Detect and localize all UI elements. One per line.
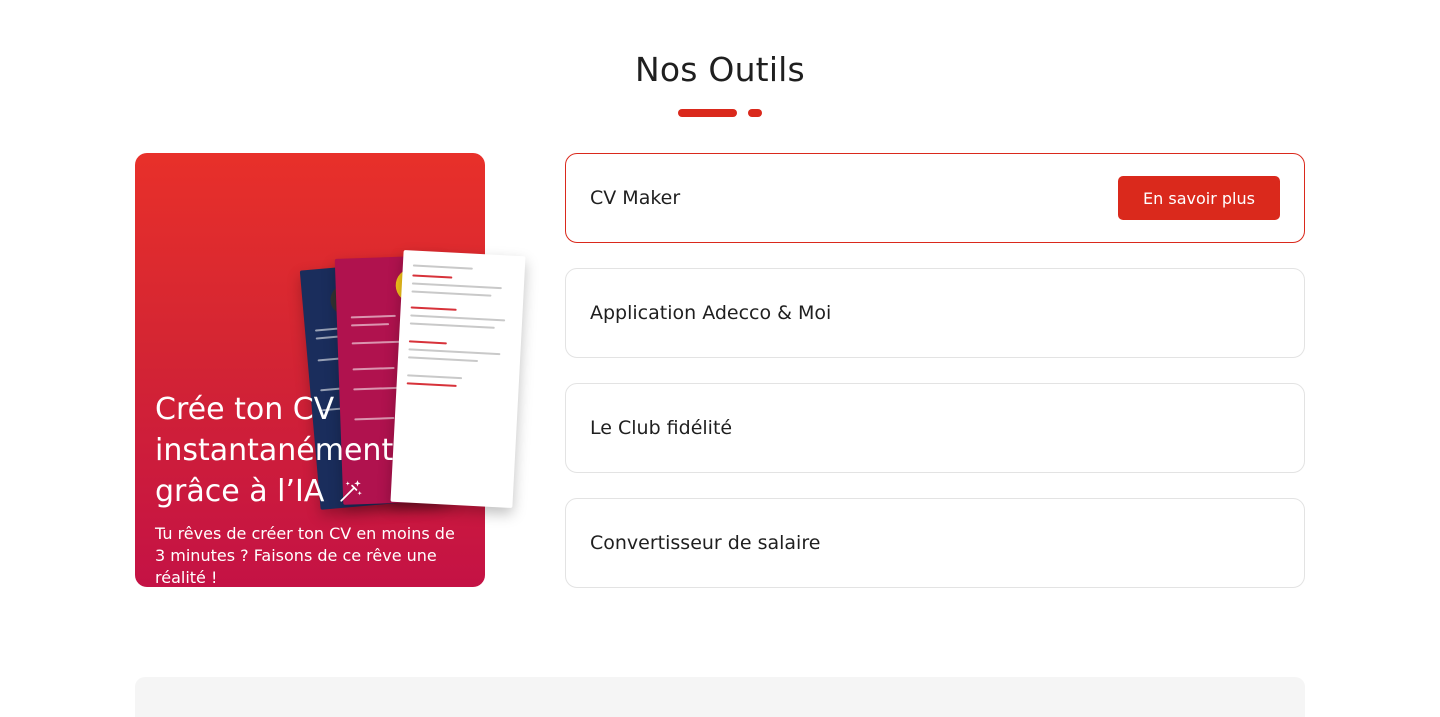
tool-item-label: Convertisseur de salaire <box>590 532 821 554</box>
magic-wand-icon <box>340 480 362 502</box>
promo-title: Crée ton CV instantanément grâce à l’IA <box>155 389 455 512</box>
next-section-panel <box>135 677 1305 717</box>
tool-item-salary-converter[interactable]: Convertisseur de salaire <box>565 498 1305 588</box>
learn-more-button[interactable]: En savoir plus <box>1118 176 1280 220</box>
tool-item-cv-maker[interactable]: CV Maker En savoir plus <box>565 153 1305 243</box>
tool-item-label: Application Adecco & Moi <box>590 302 832 324</box>
cv-promo-card[interactable]: Crée ton CV instantanément grâce à l’IA … <box>135 153 526 587</box>
title-underline-dot <box>748 109 762 117</box>
tool-item-label: Le Club fidélité <box>590 417 733 439</box>
tool-item-adecco-app[interactable]: Application Adecco & Moi <box>565 268 1305 358</box>
section-title: Nos Outils <box>635 50 805 89</box>
tool-item-label: CV Maker <box>590 187 681 209</box>
tool-item-loyalty-club[interactable]: Le Club fidélité <box>565 383 1305 473</box>
title-underline-bar <box>678 109 737 117</box>
promo-description: Tu rêves de créer ton CV en moins de 3 m… <box>155 524 455 587</box>
